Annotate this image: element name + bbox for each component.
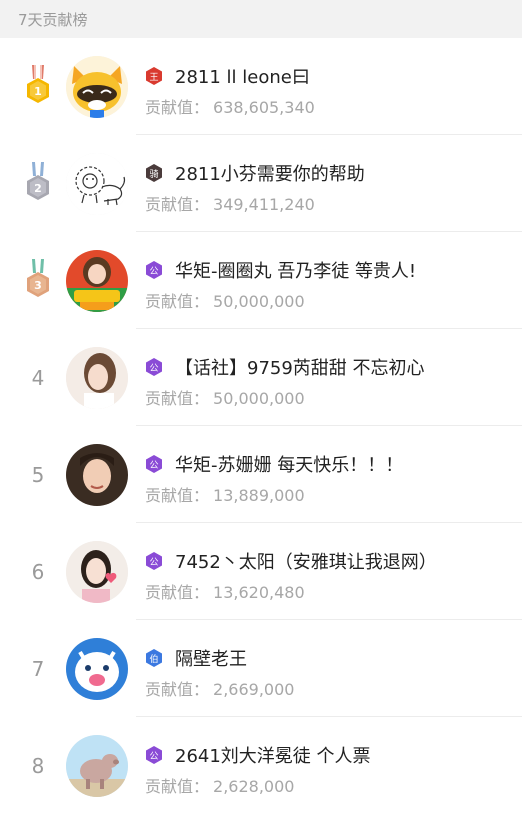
contribution-number: 13,620,480 (213, 583, 305, 602)
user-name: 7452丶太阳（安雅琪让我退网） (175, 552, 437, 573)
rank-number: 7 (31, 656, 45, 681)
level-badge-icon: 伯 (145, 649, 163, 667)
contribution-number: 13,889,000 (213, 486, 305, 505)
rank-number: 6 (31, 559, 45, 584)
svg-text:1: 1 (34, 85, 42, 98)
level-badge-icon: 公 (145, 455, 163, 473)
level-badge-icon: 王 (145, 67, 163, 85)
contribution-label: 贡献值： (145, 98, 210, 117)
silver-medal-icon: 2 (27, 161, 49, 200)
level-badge-icon: 公 (145, 261, 163, 279)
svg-text:公: 公 (149, 460, 158, 471)
user-info: 公 华矩-圈圈丸 吾乃李徒 等贵人! 贡献值： 50,000,000 (145, 258, 512, 312)
rank-number: 4 (31, 365, 45, 390)
contribution-number: 50,000,000 (213, 389, 305, 408)
user-name: 华矩-苏姗姗 每天快乐！！！ (175, 455, 404, 476)
svg-text:公: 公 (149, 363, 158, 374)
svg-text:骑: 骑 (149, 168, 158, 180)
contribution-label: 贡献值： (145, 680, 210, 699)
contribution-value: 贡献值： 13,620,480 (145, 579, 512, 603)
contribution-number: 2,628,000 (213, 777, 295, 796)
list-item[interactable]: 3 公 华矩-圈圈丸 吾乃李徒 等贵人! 贡献值： 50,000,000 (0, 232, 522, 329)
contribution-label: 贡献值： (145, 195, 210, 214)
contribution-value: 贡献值： 349,411,240 (145, 191, 512, 215)
contribution-label: 贡献值： (145, 389, 210, 408)
rank-cell: 8 (18, 717, 58, 814)
ranking-title: 7天贡献榜 (18, 10, 88, 29)
raccoon-avatar[interactable] (66, 56, 128, 118)
girl-heart-avatar[interactable] (66, 541, 128, 603)
rank-number: 8 (31, 753, 45, 778)
contribution-value: 贡献值： 2,669,000 (145, 676, 512, 700)
svg-text:公: 公 (149, 557, 158, 568)
contribution-label: 贡献值： (145, 777, 210, 796)
gold-medal-icon: 1 (27, 64, 49, 103)
rank-cell: 1 (18, 38, 58, 135)
user-info: 公 华矩-苏姗姗 每天快乐！！！ 贡献值： 13,889,000 (145, 452, 512, 506)
rank-number: 5 (31, 462, 45, 487)
user-info: 公 2641刘大洋冕徒 个人票 贡献值： 2,628,000 (145, 743, 512, 797)
level-badge-icon: 公 (145, 746, 163, 764)
svg-text:公: 公 (149, 751, 158, 762)
contribution-number: 638,605,340 (213, 98, 315, 117)
bronze-medal-icon: 3 (27, 258, 49, 297)
user-name: 2811小芬需要你的帮助 (175, 164, 365, 185)
user-info: 公 7452丶太阳（安雅琪让我退网） 贡献值： 13,620,480 (145, 549, 512, 603)
cartoon-avatar[interactable] (66, 638, 128, 700)
list-item[interactable]: 8 公 2641刘大洋冕徒 个人票 贡献值： 2,628,000 (0, 717, 522, 814)
level-badge-icon: 骑 (145, 164, 163, 182)
svg-text:王: 王 (149, 72, 158, 83)
woman-avatar[interactable] (66, 444, 128, 506)
contribution-value: 贡献值： 50,000,000 (145, 385, 512, 409)
list-item[interactable]: 4 公 【话社】9759芮甜甜 不忘初心 贡献值： 50,000,000 (0, 329, 522, 426)
list-item[interactable]: 1 王 2811 ll leone曰 贡献值： 638,605,340 (0, 38, 522, 135)
contribution-value: 贡献值： 2,628,000 (145, 773, 512, 797)
user-info: 王 2811 ll leone曰 贡献值： 638,605,340 (145, 64, 512, 118)
list-item[interactable]: 7 伯 隔壁老王 贡献值： 2,669,000 (0, 620, 522, 717)
user-name: 2811 ll leone曰 (175, 67, 310, 88)
svg-text:2: 2 (34, 182, 42, 195)
contribution-number: 50,000,000 (213, 292, 305, 311)
contribution-value: 贡献值： 50,000,000 (145, 288, 512, 312)
pig-avatar[interactable] (66, 735, 128, 797)
rank-cell: 5 (18, 426, 58, 523)
contribution-label: 贡献值： (145, 583, 210, 602)
user-name: 华矩-圈圈丸 吾乃李徒 等贵人! (175, 261, 417, 282)
rank-cell: 6 (18, 523, 58, 620)
svg-text:伯: 伯 (149, 653, 158, 665)
user-info: 伯 隔壁老王 贡献值： 2,669,000 (145, 646, 512, 700)
svg-text:3: 3 (34, 279, 42, 292)
rank-cell: 4 (18, 329, 58, 426)
list-item[interactable]: 2 骑 2811小芬需要你的帮助 贡献值： 349,411,240 (0, 135, 522, 232)
rank-cell: 7 (18, 620, 58, 717)
contribution-number: 349,411,240 (213, 195, 315, 214)
girl-avatar[interactable] (66, 347, 128, 409)
contribution-value: 贡献值： 638,605,340 (145, 94, 512, 118)
level-badge-icon: 公 (145, 358, 163, 376)
lion-sketch-avatar[interactable] (66, 153, 128, 215)
svg-text:公: 公 (149, 266, 158, 277)
ranking-list: 1 王 2811 ll leone曰 贡献值： 638,605,340 2 骑 … (0, 38, 522, 814)
contribution-number: 2,669,000 (213, 680, 295, 699)
ranking-header: 7天贡献榜 (0, 0, 522, 38)
rank-cell: 2 (18, 135, 58, 232)
list-item[interactable]: 6 公 7452丶太阳（安雅琪让我退网） 贡献值： 13,620,480 (0, 523, 522, 620)
contribution-label: 贡献值： (145, 292, 210, 311)
user-info: 骑 2811小芬需要你的帮助 贡献值： 349,411,240 (145, 161, 512, 215)
level-badge-icon: 公 (145, 552, 163, 570)
contribution-label: 贡献值： (145, 486, 210, 505)
user-name: 隔壁老王 (175, 649, 247, 670)
user-info: 公 【话社】9759芮甜甜 不忘初心 贡献值： 50,000,000 (145, 355, 512, 409)
user-name: 2641刘大洋冕徒 个人票 (175, 746, 371, 767)
contribution-value: 贡献值： 13,889,000 (145, 482, 512, 506)
user-name: 【话社】9759芮甜甜 不忘初心 (175, 358, 425, 379)
character-avatar[interactable] (66, 250, 128, 312)
list-item[interactable]: 5 公 华矩-苏姗姗 每天快乐！！！ 贡献值： 13,889,000 (0, 426, 522, 523)
rank-cell: 3 (18, 232, 58, 329)
